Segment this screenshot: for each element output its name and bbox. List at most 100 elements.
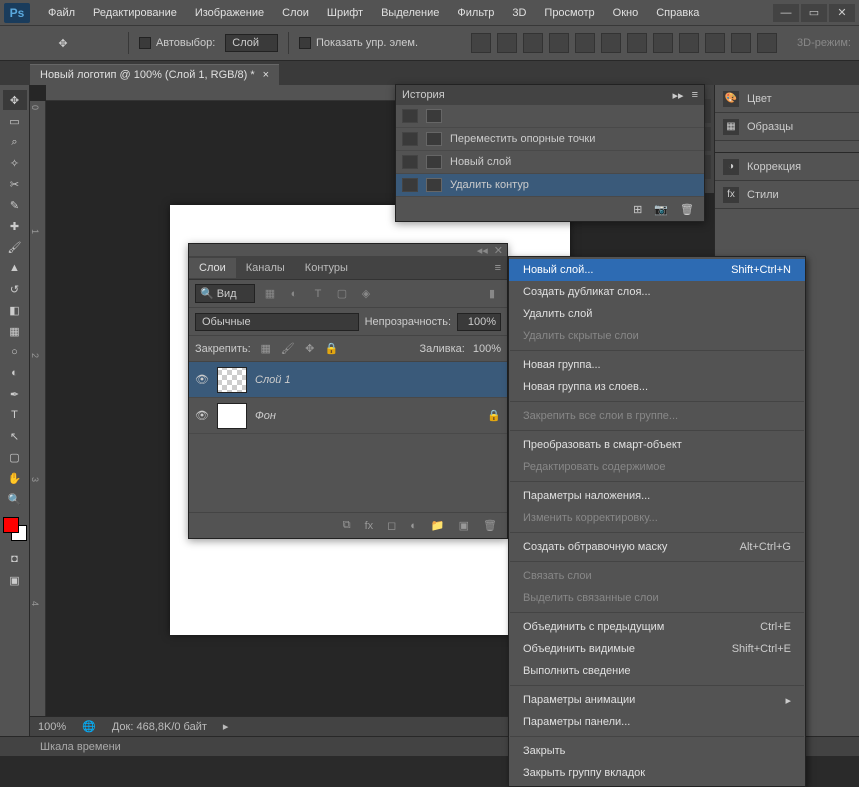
maximize-button[interactable]: ▭ (801, 4, 827, 22)
lock-position-icon[interactable]: ✥ (303, 342, 317, 356)
filter-pixel-icon[interactable]: ▦ (261, 285, 279, 303)
document-tab[interactable]: Новый логотип @ 100% (Слой 1, RGB/8) * × (30, 64, 279, 85)
history-brush-tool[interactable]: ↺ (3, 279, 27, 299)
crop-tool[interactable]: ✂ (3, 174, 27, 194)
align-icon[interactable] (523, 33, 543, 53)
zoom-tool[interactable]: 🔍 (3, 489, 27, 509)
new-snapshot-icon[interactable]: ⊞ (633, 203, 642, 216)
menu-item[interactable]: Создать обтравочную маскуAlt+Ctrl+G (509, 536, 805, 558)
align-icon[interactable] (627, 33, 647, 53)
align-icon[interactable] (575, 33, 595, 53)
color-swatches[interactable] (3, 517, 27, 541)
filter-shape-icon[interactable]: ▢ (333, 285, 351, 303)
tab-слои[interactable]: Слои (189, 258, 236, 278)
lasso-tool[interactable]: ⌕ (3, 132, 27, 152)
camera-icon[interactable]: 📷 (654, 203, 668, 216)
swatches-panel[interactable]: ▦ Образцы (715, 113, 859, 141)
menu-окно[interactable]: Окно (605, 3, 647, 23)
menu-редактирование[interactable]: Редактирование (85, 3, 185, 23)
layer-row[interactable]: 👁Фон🔒 (189, 398, 507, 434)
path-select-tool[interactable]: ↖ (3, 426, 27, 446)
hand-tool[interactable]: ✋ (3, 468, 27, 488)
menu-item[interactable]: Закрыть (509, 740, 805, 762)
shape-tool[interactable]: ▢ (3, 447, 27, 467)
new-layer-icon[interactable]: ▣ (459, 519, 469, 532)
flyout-icon[interactable]: ≡ (489, 262, 507, 274)
menu-item[interactable]: Параметры наложения... (509, 485, 805, 507)
fill-field[interactable]: 100% (473, 343, 501, 355)
filter-adjust-icon[interactable]: ◐ (285, 285, 303, 303)
visibility-icon[interactable]: 👁 (195, 373, 209, 387)
zoom-level[interactable]: 100% (38, 721, 66, 733)
menu-выделение[interactable]: Выделение (373, 3, 447, 23)
screenmode-tool[interactable]: ▣ (3, 570, 27, 590)
tab-каналы[interactable]: Каналы (236, 258, 295, 278)
align-icon[interactable] (705, 33, 725, 53)
color-panel[interactable]: 🎨 Цвет (715, 85, 859, 113)
align-icon[interactable] (471, 33, 491, 53)
mask-icon[interactable]: ◻ (387, 519, 396, 532)
filter-toggle[interactable]: ▮ (483, 285, 501, 303)
collapse-icon[interactable]: ◂◂ (477, 244, 488, 256)
adjustments-panel[interactable]: ◑ Коррекция (715, 153, 859, 181)
blend-mode-select[interactable]: Обычные (195, 313, 359, 331)
history-row[interactable] (396, 105, 704, 128)
align-icon[interactable] (549, 33, 569, 53)
menu-файл[interactable]: Файл (40, 3, 83, 23)
magic-wand-tool[interactable]: ✧ (3, 153, 27, 173)
trash-icon[interactable]: 🗑 (680, 203, 694, 216)
flyout-icon[interactable]: ≡ (692, 89, 698, 101)
menu-item[interactable]: Создать дубликат слоя... (509, 281, 805, 303)
gradient-tool[interactable]: ▦ (3, 321, 27, 341)
filter-type-icon[interactable]: T (309, 285, 327, 303)
menu-изображение[interactable]: Изображение (187, 3, 272, 23)
lock-transparent-icon[interactable]: ▦ (259, 342, 273, 356)
pen-tool[interactable]: ✒ (3, 384, 27, 404)
close-icon[interactable]: ✕ (494, 244, 503, 256)
blur-tool[interactable]: ○ (3, 342, 27, 362)
layer-row[interactable]: 👁 Слой 1 (189, 362, 507, 398)
filter-smart-icon[interactable]: ◈ (357, 285, 375, 303)
adjustment-icon[interactable]: ◐ (410, 520, 417, 532)
type-tool[interactable]: T (3, 405, 27, 425)
healing-tool[interactable]: ✚ (3, 216, 27, 236)
filter-select[interactable]: 🔍 Вид (195, 284, 255, 303)
menu-item[interactable]: Преобразовать в смарт-объект (509, 434, 805, 456)
menu-item[interactable]: Объединить видимыеShift+Ctrl+E (509, 638, 805, 660)
menu-item[interactable]: Объединить с предыдущимCtrl+E (509, 616, 805, 638)
eraser-tool[interactable]: ◧ (3, 300, 27, 320)
menu-item[interactable]: Новая группа... (509, 354, 805, 376)
timeline-label[interactable]: Шкала времени (40, 741, 121, 753)
lock-pixels-icon[interactable]: 🖌 (281, 342, 295, 356)
layer-name[interactable]: Слой 1 (255, 374, 501, 386)
collapse-icon[interactable]: ▸▸ (673, 89, 684, 102)
menu-справка[interactable]: Справка (648, 3, 707, 23)
history-titlebar[interactable]: История ▸▸ ≡ (396, 85, 704, 105)
menu-item[interactable]: Удалить слой (509, 303, 805, 325)
fx-icon[interactable]: fx (365, 520, 374, 532)
dodge-tool[interactable]: ◐ (3, 363, 27, 383)
menu-item[interactable]: Параметры анимации▸ (509, 689, 805, 711)
menu-слои[interactable]: Слои (274, 3, 317, 23)
quickmask-tool[interactable]: ◘ (3, 549, 27, 569)
layer-thumbnail[interactable] (217, 403, 247, 429)
autoselect-select[interactable]: Слой (225, 34, 278, 52)
align-icon[interactable] (757, 33, 777, 53)
show-controls-checkbox[interactable]: Показать упр. элем. (299, 37, 418, 49)
align-icon[interactable] (601, 33, 621, 53)
minimize-button[interactable]: — (773, 4, 799, 22)
lock-all-icon[interactable]: 🔒 (325, 342, 339, 356)
tab-контуры[interactable]: Контуры (295, 258, 358, 278)
chevron-right-icon[interactable]: ▸ (223, 720, 229, 733)
menu-3d[interactable]: 3D (504, 3, 534, 23)
link-icon[interactable]: ⧉ (343, 519, 351, 532)
close-icon[interactable]: × (263, 69, 269, 81)
menu-item[interactable]: Новая группа из слоев... (509, 376, 805, 398)
history-row[interactable]: Переместить опорные точки (396, 128, 704, 151)
history-row[interactable]: Новый слой (396, 151, 704, 174)
menu-просмотр[interactable]: Просмотр (536, 3, 602, 23)
menu-item[interactable]: Закрыть группу вкладок (509, 762, 805, 784)
brush-tool[interactable]: 🖌 (3, 237, 27, 257)
menu-item[interactable]: Параметры панели... (509, 711, 805, 733)
foreground-swatch[interactable] (3, 517, 19, 533)
